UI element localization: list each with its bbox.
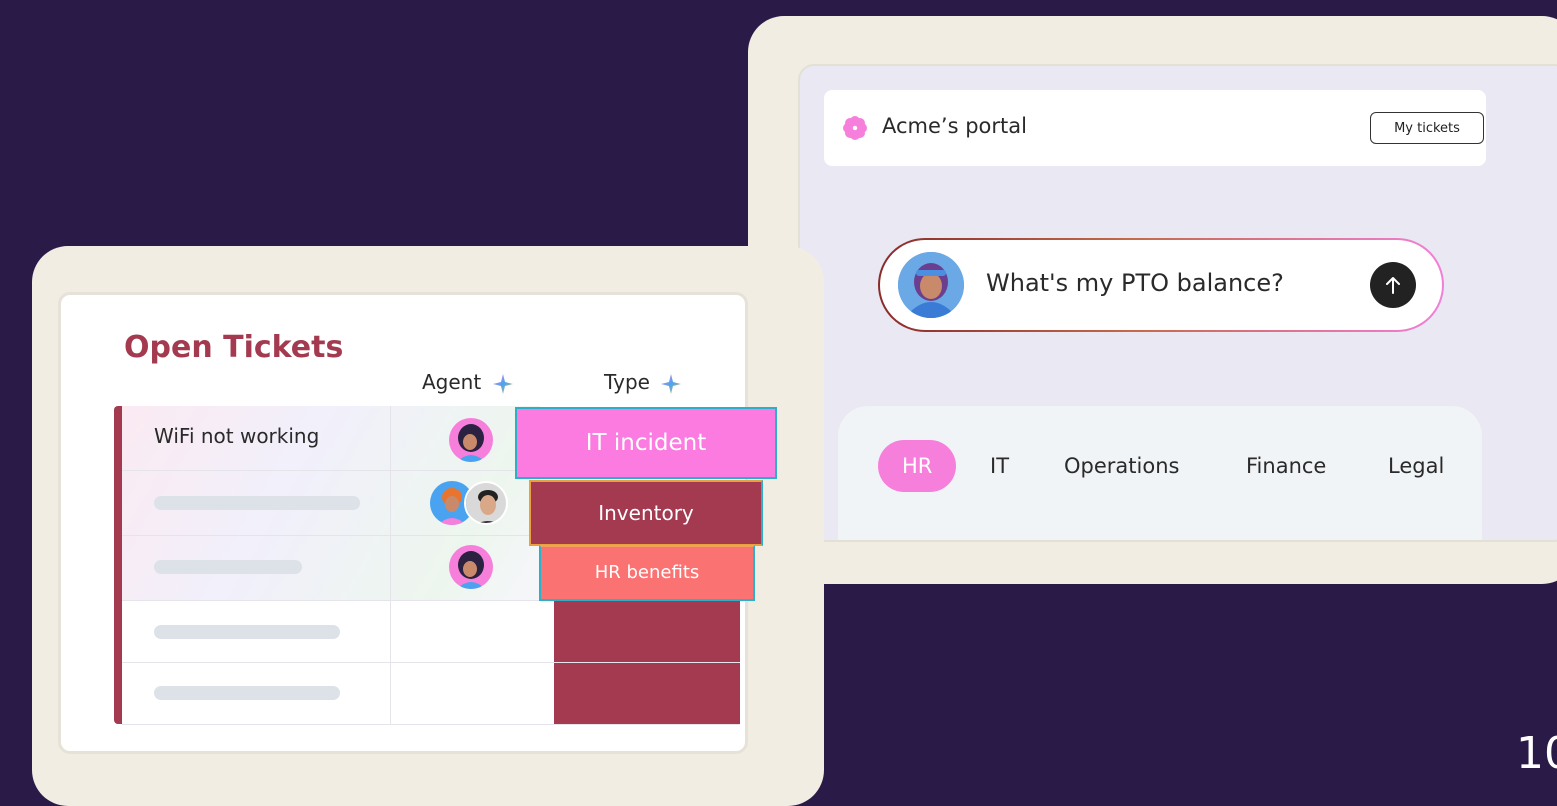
ticket-type-badge[interactable]: IT incident — [515, 407, 777, 479]
tab-hr[interactable]: HR — [878, 440, 957, 492]
ticket-type-badge[interactable]: HR benefits — [539, 545, 755, 601]
placeholder-text — [154, 496, 360, 510]
agent-avatar — [449, 545, 493, 589]
send-button[interactable] — [1370, 262, 1416, 308]
page-number: 10 — [1516, 728, 1557, 779]
user-avatar — [898, 252, 964, 318]
column-header-agent-label: Agent — [422, 370, 482, 394]
column-divider — [390, 406, 391, 724]
placeholder-text — [154, 686, 340, 700]
portal-window: Acme’s portal My tickets What's my PTO b… — [798, 64, 1557, 542]
ai-sparkle-icon — [492, 373, 513, 394]
tickets-title: Open Tickets — [124, 330, 344, 365]
agent-avatar — [464, 481, 508, 525]
column-header-type: Type — [604, 370, 682, 395]
portal-title: Acme’s portal — [882, 114, 1027, 138]
tab-operations[interactable]: Operations — [1064, 440, 1179, 492]
chat-input-body[interactable]: What's my PTO balance? — [880, 240, 1442, 330]
chat-prompt-text: What's my PTO balance? — [986, 269, 1284, 297]
ticket-type-cell[interactable] — [554, 663, 740, 724]
my-tickets-button[interactable]: My tickets — [1370, 112, 1484, 144]
portal-card: Acme’s portal My tickets What's my PTO b… — [748, 16, 1557, 584]
category-tabs-panel: HR IT Operations Finance Legal — [838, 406, 1482, 540]
column-header-type-label: Type — [604, 370, 650, 394]
tab-finance[interactable]: Finance — [1246, 440, 1326, 492]
tab-it[interactable]: IT — [990, 440, 1009, 492]
tab-legal[interactable]: Legal — [1388, 440, 1444, 492]
portal-header: Acme’s portal My tickets — [824, 90, 1486, 166]
ticket-type-badge[interactable]: Inventory — [529, 480, 763, 546]
placeholder-text — [154, 560, 302, 574]
row-divider — [122, 724, 740, 725]
table-accent-bar — [114, 406, 122, 724]
arrow-up-icon — [1386, 277, 1400, 294]
ticket-type-cell[interactable] — [554, 601, 740, 662]
column-header-agent: Agent — [422, 370, 514, 395]
chat-input[interactable]: What's my PTO balance? — [878, 238, 1444, 332]
ai-sparkle-icon — [661, 373, 682, 394]
agent-avatar — [449, 418, 493, 462]
flower-logo-icon — [843, 116, 867, 140]
placeholder-text — [154, 625, 340, 639]
ticket-title[interactable]: WiFi not working — [154, 424, 319, 448]
